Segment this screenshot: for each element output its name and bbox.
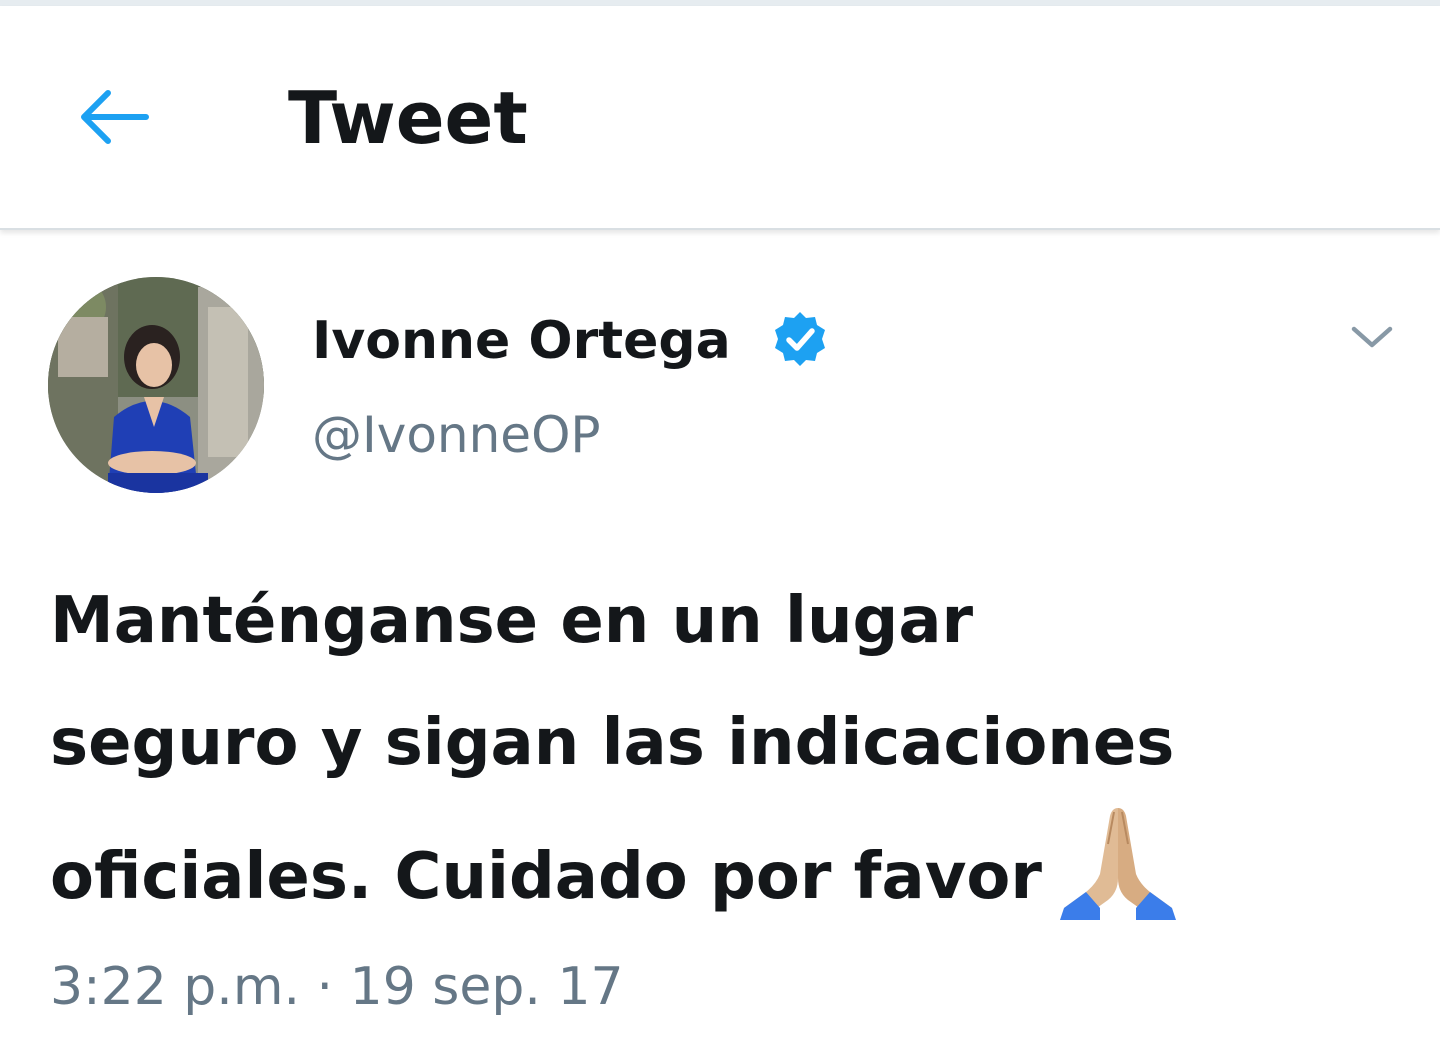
tweet-text-line-last: oficiales. Cuidado por favor <box>50 804 1390 926</box>
tweet-text: Manténganse en un lugar seguro y sigan l… <box>50 560 1390 926</box>
avatar[interactable] <box>48 277 264 493</box>
tweet-text-line: seguro y sigan las indicaciones <box>50 706 1175 780</box>
author-display-name[interactable]: Ivonne Ortega <box>312 308 731 374</box>
tweet-options-button[interactable] <box>1340 312 1404 362</box>
tweet-timestamp[interactable]: 3:22 p.m. · 19 sep. 17 <box>50 955 624 1019</box>
avatar-photo <box>48 277 264 493</box>
tweet-text-line: Manténganse en un lugar <box>50 584 974 658</box>
folded-hands-icon <box>1059 808 1176 920</box>
page-title: Tweet <box>288 76 528 160</box>
author-handle[interactable]: @IvonneOP <box>312 404 601 466</box>
verified-badge-icon <box>775 312 825 366</box>
arrow-left-icon <box>81 90 149 144</box>
tweet-text-line: oficiales. Cuidado por favor <box>50 840 1042 914</box>
app-header: Tweet <box>0 6 1440 230</box>
chevron-down-icon <box>1351 326 1393 348</box>
back-button[interactable] <box>72 84 156 150</box>
